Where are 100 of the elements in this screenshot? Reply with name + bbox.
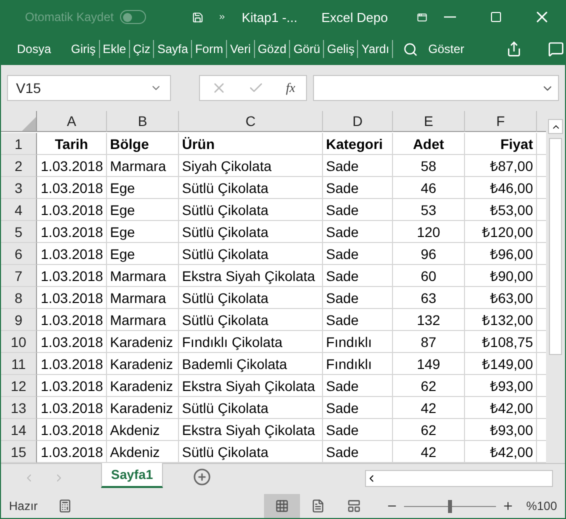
autosave-toggle[interactable] [120,10,146,24]
triangle-icon [22,117,36,131]
table-cell: 132 [393,309,465,331]
minimize-icon [444,16,456,18]
table-cell: ₺108,75 [465,331,537,353]
column-header[interactable]: B [107,111,179,132]
table-cell: Ekstra Siyah Çikolata [179,265,323,287]
column-header[interactable]: D [323,111,393,132]
column-title: Kategori [323,133,393,155]
slider-thumb[interactable] [448,500,452,512]
name-box[interactable]: V15 [7,75,171,101]
formula-field[interactable] [313,75,559,101]
ribbon-tab[interactable]: Görü [290,40,324,58]
table-cell: 1.03.2018 [37,375,107,397]
zoom-in-icon[interactable] [502,500,514,512]
table-cell: Sütlü Çikolata [179,199,323,221]
column-title: Ürün [179,133,323,155]
search-icon[interactable] [403,42,418,56]
row-header[interactable]: 3 [1,177,37,199]
table-cell: ₺93,00 [465,419,537,441]
row-header[interactable]: 11 [1,353,37,375]
row-header[interactable]: 14 [1,419,37,441]
ribbon-tab[interactable]: Çiz [130,40,154,58]
table-cell: ₺132,00 [465,309,537,331]
table-cell: ₺93,00 [465,375,537,397]
table-cell: ₺90,00 [465,265,537,287]
table-cell: Sütlü Çikolata [179,309,323,331]
table-cell: Marmara [107,309,179,331]
table-cell: Sütlü Çikolata [179,287,323,309]
add-sheet-icon[interactable] [193,468,211,486]
table-cell: Sade [323,287,393,309]
table-cell: ₺46,00 [465,177,537,199]
table-cell: 96 [393,243,465,265]
horizontal-scrollbar[interactable] [365,470,553,487]
table-cell: Marmara [107,265,179,287]
table-cell: ₺63,00 [465,287,537,309]
table-cell: 1.03.2018 [37,287,107,309]
table-cell: 87 [393,331,465,353]
table-cell: 1.03.2018 [37,419,107,441]
status-text: Hazır [9,499,38,513]
row-header[interactable]: 13 [1,397,37,419]
column-title: Fiyat [465,133,537,155]
table-cell: 46 [393,177,465,199]
ribbon-tab[interactable]: Form [192,40,228,58]
ribbon-tab[interactable]: Dosya [14,40,54,58]
row-header[interactable]: 5 [1,221,37,243]
table-cell: 1.03.2018 [37,265,107,287]
table-cell: 53 [393,199,465,221]
ribbon-tab[interactable]: Sayfa [154,40,192,58]
ribbon-tab[interactable]: Yardı [358,40,394,58]
scroll-up-button[interactable] [548,119,563,134]
insert-function-button[interactable]: fx [286,80,296,96]
ribbon-tab[interactable]: Giriş [68,40,100,58]
row-header[interactable]: 9 [1,309,37,331]
table-cell: Ekstra Siyah Çikolata [179,419,323,441]
table-cell: Ege [107,199,179,221]
row-header[interactable]: 1 [1,133,37,155]
row-header[interactable]: 10 [1,331,37,353]
column-header[interactable]: A [37,111,107,132]
user-name: Excel Depo [321,10,388,24]
comment-icon[interactable] [548,41,564,57]
table-cell: Sade [323,397,393,419]
table-cell: Ekstra Siyah Çikolata [179,375,323,397]
table-cell: Bademli Çikolata [179,353,323,375]
row-header[interactable]: 12 [1,375,37,397]
view-icon [275,499,290,513]
sheet-tab[interactable]: Sayfa1 [101,463,163,488]
ribbon-tab[interactable]: Gözd [254,40,290,58]
row-header[interactable]: 15 [1,441,37,463]
column-header[interactable]: C [179,111,323,132]
table-cell: ₺42,00 [465,441,537,463]
scroll-thumb[interactable] [549,138,562,355]
row-header[interactable]: 7 [1,265,37,287]
table-cell: 1.03.2018 [37,221,107,243]
column-header[interactable]: E [393,111,465,132]
table-cell: 58 [393,155,465,177]
table-cell: ₺87,00 [465,155,537,177]
table-cell: 149 [393,353,465,375]
ribbon-tab[interactable]: Geliş [324,40,358,58]
row-header[interactable]: 2 [1,155,37,177]
table-cell: Sade [323,375,393,397]
row-header[interactable]: 6 [1,243,37,265]
table-cell: Karadeniz [107,331,179,353]
ribbon-tab[interactable]: Ekle [100,40,130,58]
zoom-level[interactable]: %100 [526,499,557,513]
ribbon-tab[interactable]: Veri [227,40,255,58]
macro-icon[interactable] [58,499,72,513]
table-cell: 1.03.2018 [37,155,107,177]
view-icon [311,499,326,513]
table-cell: Sade [323,221,393,243]
row-header[interactable]: 4 [1,199,37,221]
table-cell: Sade [323,419,393,441]
table-cell: 1.03.2018 [37,353,107,375]
window-title: Kitap1 -... [242,10,298,24]
table-cell: Sütlü Çikolata [179,177,323,199]
share-icon[interactable] [506,41,522,57]
tell-me-label[interactable]: Göster [428,42,464,56]
column-header[interactable]: F [465,111,537,132]
row-header[interactable]: 8 [1,287,37,309]
view-button[interactable] [264,494,300,518]
